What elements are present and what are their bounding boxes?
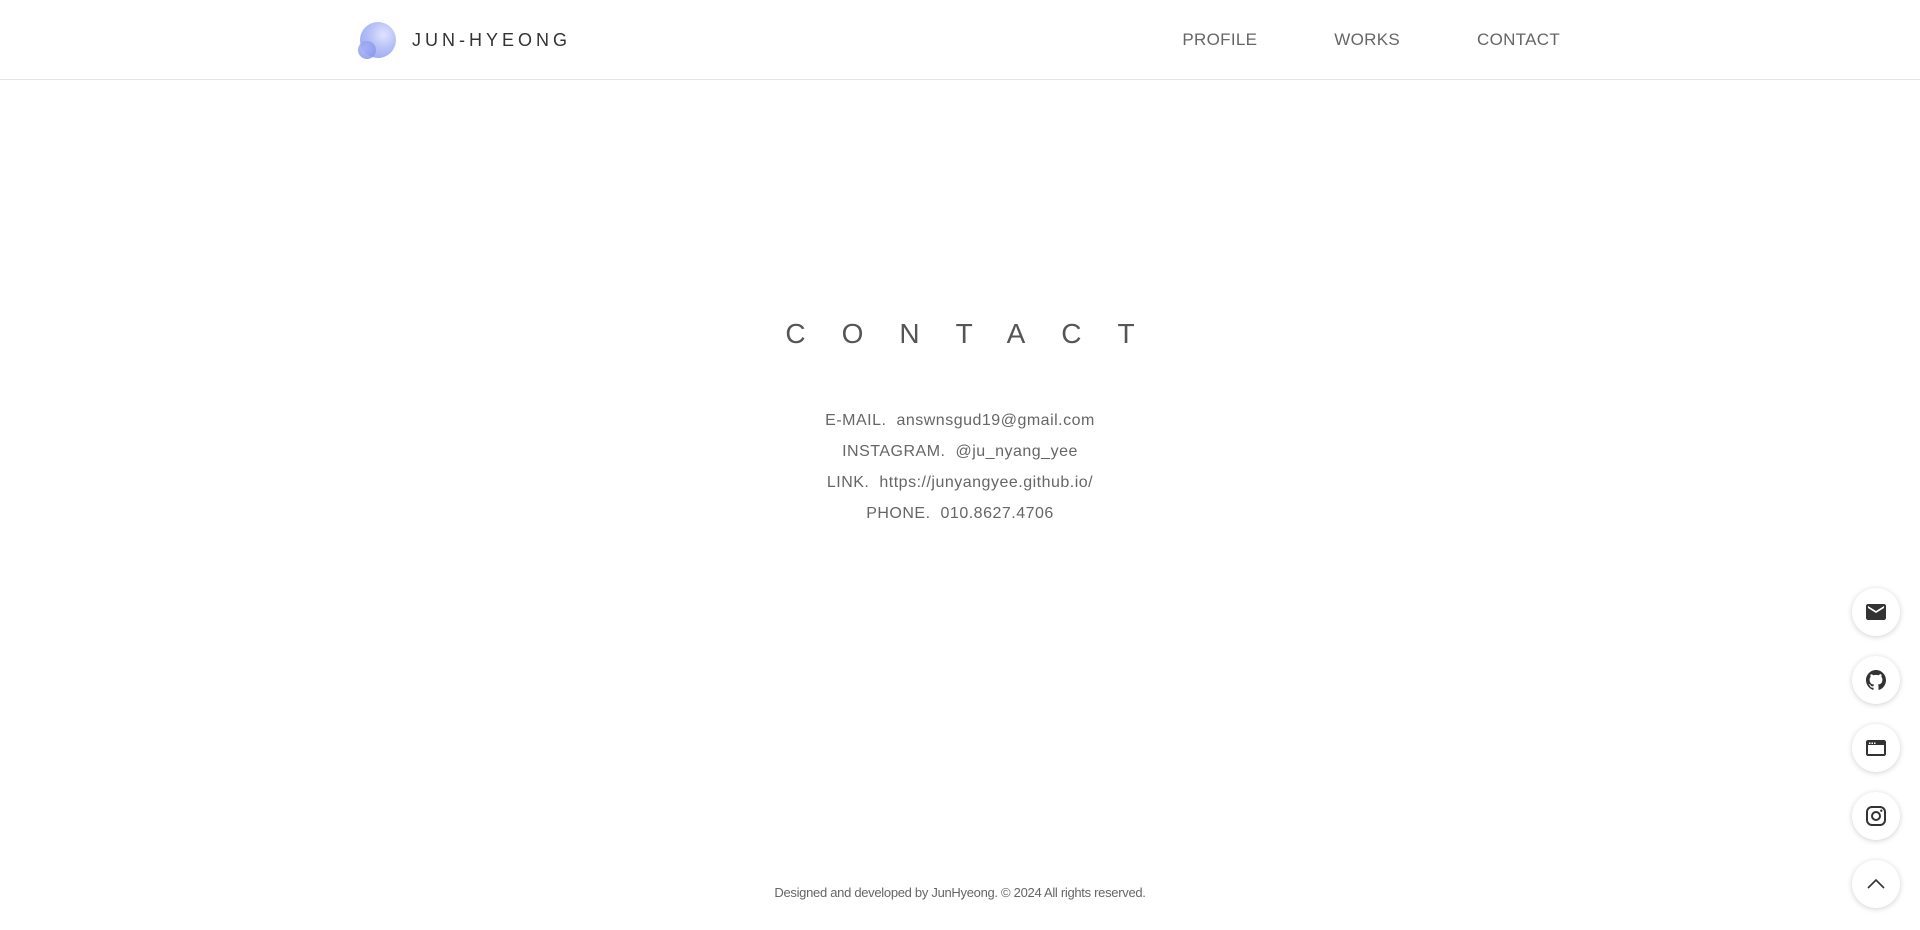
github-icon <box>1864 668 1888 692</box>
contact-link-label: LINK. <box>826 474 870 491</box>
github-button[interactable] <box>1852 656 1900 704</box>
contact-list: E-MAIL. answnsgud19@gmail.com INSTAGRAM. @… <box>0 405 1920 529</box>
site-header: JUN-HYEONG PROFILE WORKS CONTACT <box>0 0 1920 80</box>
browser-button[interactable] <box>1852 724 1900 772</box>
nav-works[interactable]: WORKS <box>1334 30 1400 50</box>
main-nav: PROFILE WORKS CONTACT <box>1105 0 1560 80</box>
floating-buttons <box>1852 588 1900 928</box>
mail-button[interactable] <box>1852 588 1900 636</box>
contact-phone-label: PHONE. <box>866 505 931 522</box>
contact-email-row: E-MAIL. answnsgud19@gmail.com <box>0 405 1920 436</box>
chevron-up-icon <box>1864 872 1888 896</box>
instagram-button[interactable] <box>1852 792 1900 840</box>
contact-instagram-row: INSTAGRAM. @ju_nyang_yee <box>0 436 1920 467</box>
contact-link-row: LINK. https://junyangyee.github.io/ <box>0 467 1920 498</box>
logo-mark <box>358 22 396 59</box>
browser-icon <box>1864 736 1888 760</box>
footer-copyright: Designed and developed by JunHyeong. © 2… <box>774 885 1146 900</box>
contact-link-value[interactable]: https://junyangyee.github.io/ <box>879 474 1093 491</box>
mail-icon <box>1864 600 1888 624</box>
nav-contact[interactable]: CONTACT <box>1477 30 1560 50</box>
contact-phone-value[interactable]: 010.8627.4706 <box>941 505 1054 522</box>
contact-instagram-label: INSTAGRAM. <box>842 443 946 460</box>
contact-title: CONTACT <box>785 318 1171 349</box>
contact-email-value[interactable]: answnsgud19@gmail.com <box>896 412 1094 429</box>
logo-text: JUN-HYEONG <box>412 29 572 50</box>
scroll-top-button[interactable] <box>1852 860 1900 908</box>
instagram-icon <box>1864 804 1888 828</box>
logo[interactable]: JUN-HYEONG <box>358 22 572 59</box>
contact-email-label: E-MAIL. <box>825 412 887 429</box>
contact-instagram-value[interactable]: @ju_nyang_yee <box>955 443 1077 460</box>
nav-profile[interactable]: PROFILE <box>1182 30 1257 50</box>
contact-phone-row: PHONE. 010.8627.4706 <box>0 498 1920 529</box>
